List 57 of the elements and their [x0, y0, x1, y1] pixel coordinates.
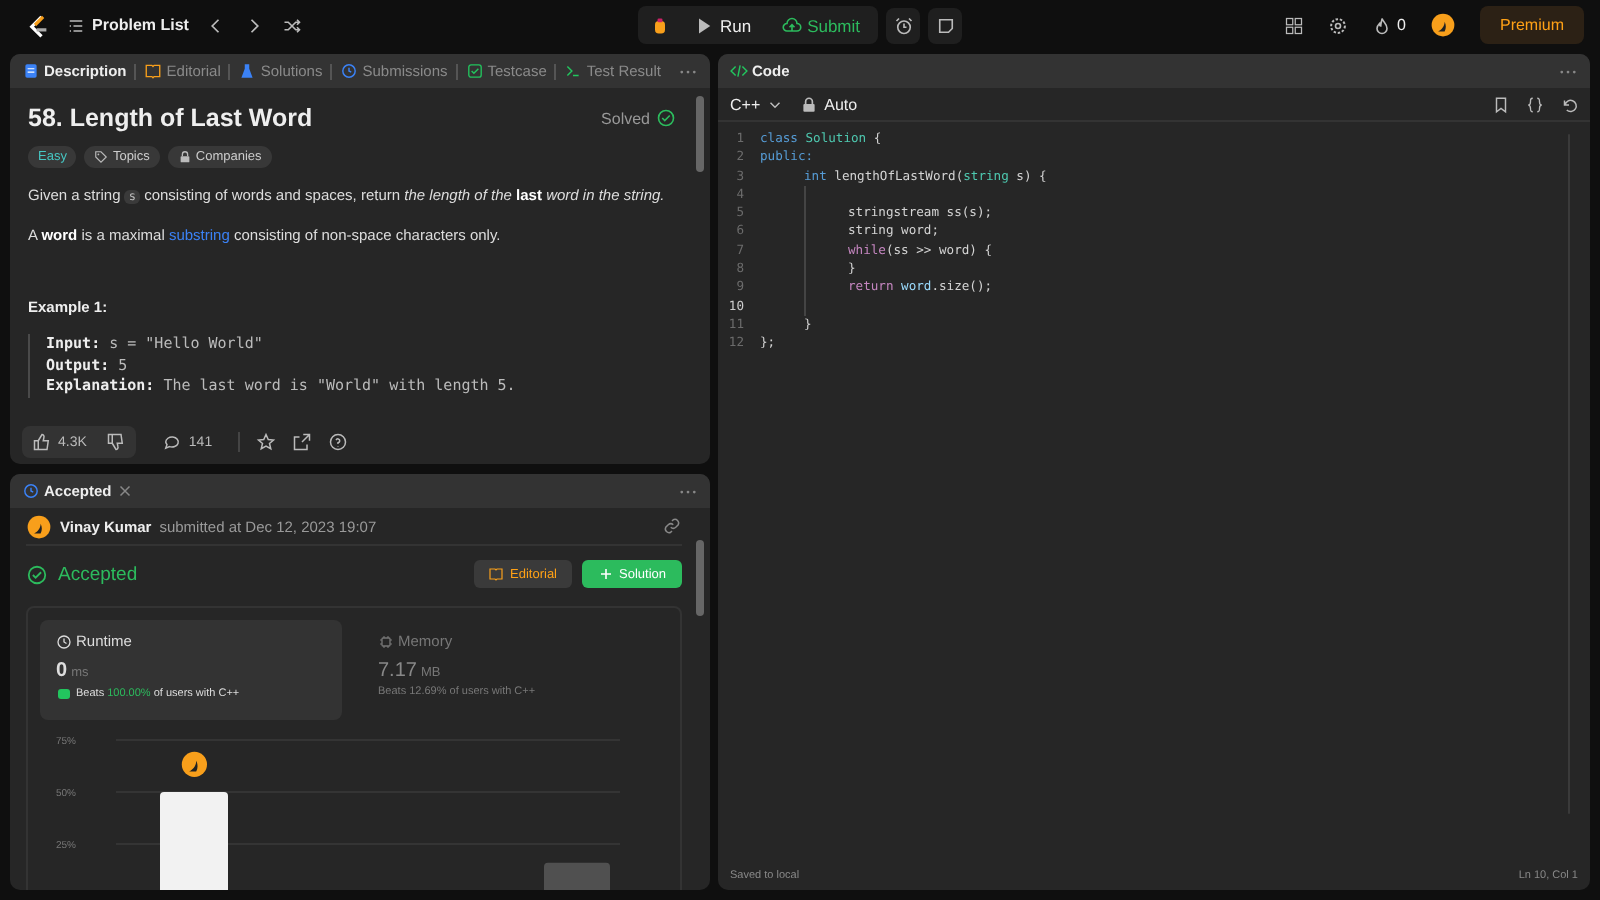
help-icon[interactable]	[328, 432, 349, 452]
link-icon[interactable]	[662, 516, 682, 536]
flask-icon	[238, 62, 257, 80]
upload-icon	[781, 15, 802, 35]
list-icon	[66, 15, 86, 35]
scrollbar[interactable]	[696, 540, 704, 616]
chip-icon	[378, 633, 394, 649]
close-icon	[115, 482, 134, 500]
metric-value: 7.17	[378, 660, 417, 682]
star-icon[interactable]	[256, 432, 277, 452]
book-icon	[488, 566, 505, 582]
play-icon	[693, 15, 714, 35]
verdict-label: Accepted	[58, 563, 138, 585]
clock-icon	[340, 62, 359, 80]
streak-button[interactable]: 0	[1371, 15, 1406, 35]
check-circle-icon	[656, 108, 676, 128]
book-icon	[144, 62, 163, 80]
bookmark-icon[interactable]	[1492, 95, 1510, 113]
thumbs-up-icon	[32, 432, 52, 452]
avatar-icon	[26, 513, 52, 539]
alarm-clock-icon	[893, 15, 914, 35]
notes-button[interactable]	[928, 7, 963, 43]
plus-icon	[597, 566, 613, 582]
document-icon	[22, 62, 40, 80]
thumbs-down-icon	[106, 432, 127, 452]
badge-icon	[56, 686, 72, 702]
reset-icon[interactable]	[1560, 95, 1578, 113]
avatar-marker-icon	[181, 751, 207, 777]
settings-icon[interactable]	[1327, 15, 1348, 35]
tag-icon	[94, 150, 109, 164]
timer-button[interactable]	[886, 7, 921, 43]
comment-icon	[162, 432, 183, 452]
braces-icon[interactable]	[1526, 95, 1544, 113]
submit-button[interactable]: Submit	[767, 8, 875, 42]
clock-icon	[22, 482, 40, 500]
lock-icon	[800, 95, 819, 113]
metric-value: 0	[56, 660, 68, 682]
terminal-icon	[564, 62, 583, 80]
run-button[interactable]: Run	[679, 8, 766, 42]
language-dropdown[interactable]: C++	[730, 95, 785, 113]
note-icon	[935, 15, 956, 35]
avatar-icon[interactable]	[1429, 12, 1456, 38]
scrollbar[interactable]	[696, 96, 704, 172]
checkbox-icon	[465, 62, 484, 80]
clock-icon	[56, 633, 72, 649]
mode-button[interactable]: Auto	[800, 95, 858, 113]
problem-title: 58. Length of Last Word	[28, 104, 313, 132]
problem-list-button[interactable]: Problem List	[66, 15, 189, 35]
check-circle-icon	[26, 563, 48, 585]
share-icon[interactable]	[292, 432, 313, 452]
grid-icon[interactable]	[1283, 15, 1304, 35]
code-icon	[730, 62, 748, 80]
lock-icon	[177, 150, 192, 164]
flame-icon	[1371, 15, 1392, 35]
shuffle-icon[interactable]	[282, 15, 303, 35]
premium-button[interactable]: Premium	[1479, 6, 1584, 44]
solved-label: Solved	[601, 109, 650, 127]
